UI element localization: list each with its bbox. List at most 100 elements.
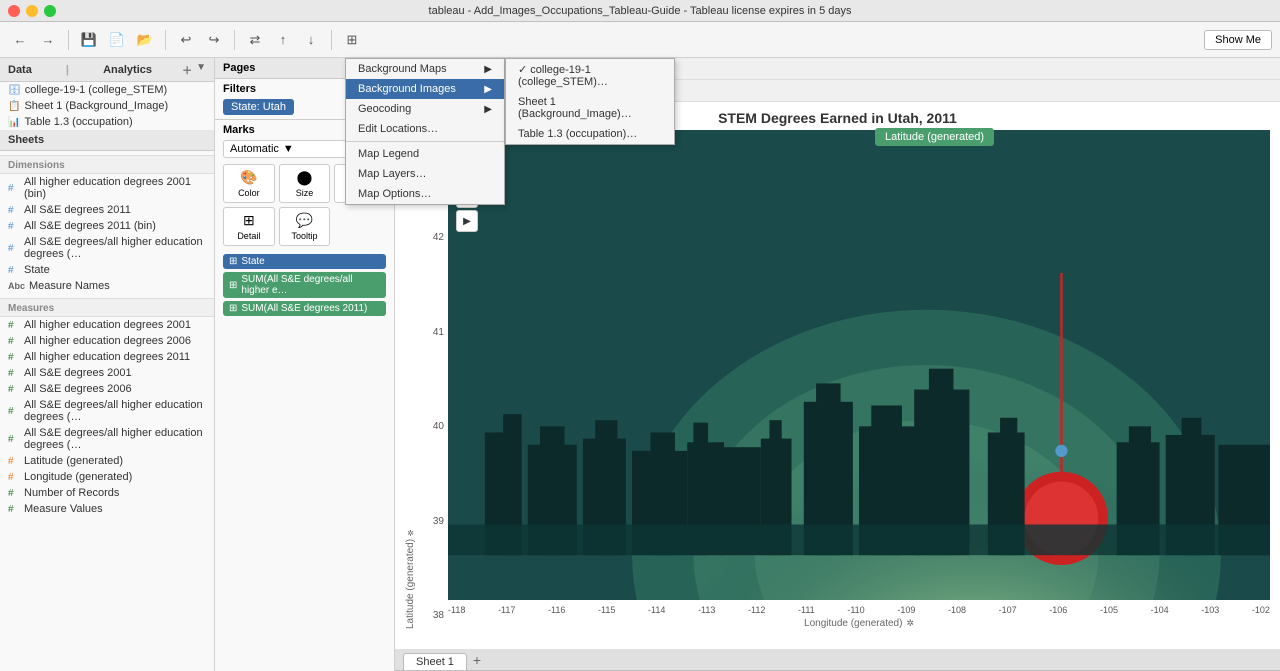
undo-button[interactable]: ↩ bbox=[174, 28, 198, 52]
shelf-icon-2: ⊞ bbox=[229, 303, 237, 314]
measures-header: Measures bbox=[0, 298, 214, 317]
meas-item-6[interactable]: # All S&E degrees/all higher education d… bbox=[0, 425, 214, 453]
menu-item-map-legend[interactable]: Map Legend bbox=[346, 144, 504, 164]
content-area: Columns Longitude (generated) Rows Latit… bbox=[395, 58, 1280, 671]
sheet-icon: 📋 bbox=[8, 101, 20, 112]
datasource-table[interactable]: 📊 Table 1.3 (occupation) bbox=[0, 114, 214, 130]
menu-separator bbox=[346, 141, 504, 142]
datasource-sheet[interactable]: 📋 Sheet 1 (Background_Image) bbox=[0, 98, 214, 114]
chart-plot-area: + − ✥ ▶ bbox=[448, 130, 1270, 629]
analytics-tab[interactable]: Analytics bbox=[103, 64, 152, 76]
new-button[interactable]: 📄 bbox=[105, 28, 129, 52]
manage-icon[interactable]: ▼ bbox=[196, 62, 206, 77]
window-title: tableau - Add_Images_Occupations_Tableau… bbox=[429, 5, 852, 17]
redo-button[interactable]: ↪ bbox=[202, 28, 226, 52]
dim-item-2[interactable]: # All S&E degrees 2011 (bin) bbox=[0, 218, 214, 234]
shelf-sum-se-1[interactable]: ⊞ SUM(All S&E degrees/all higher e… bbox=[223, 272, 386, 298]
left-sidebar: Data | Analytics ＋ ▼ 🗄 college-19-1 (col… bbox=[0, 58, 215, 671]
data-analytics-header: Data | Analytics ＋ ▼ bbox=[0, 58, 214, 82]
new-sheet-button[interactable]: + bbox=[469, 652, 485, 668]
menu-item-geocoding[interactable]: Geocoding ▶ bbox=[346, 99, 504, 119]
arrow-icon: ▶ bbox=[484, 64, 492, 75]
map-dropdown-menu: Background Maps ▶ Background Images ▶ Ge… bbox=[345, 58, 505, 205]
toolbar-separator-3 bbox=[234, 30, 235, 50]
y-axis-generated-icon: ✲ bbox=[406, 528, 415, 537]
size-icon: ⬤ bbox=[297, 169, 313, 186]
chart-area: Latitude (generated) ✲ 43 42 41 40 39 38… bbox=[405, 130, 1270, 629]
window-controls[interactable] bbox=[8, 5, 56, 17]
dimensions-header: Dimensions bbox=[0, 155, 214, 174]
latitude-badge: Latitude (generated) bbox=[875, 128, 994, 146]
meas-num-records[interactable]: # Number of Records bbox=[0, 485, 214, 501]
open-button[interactable]: 📂 bbox=[133, 28, 157, 52]
show-me-button[interactable]: Show Me bbox=[1204, 30, 1272, 50]
menu-item-background-images[interactable]: Background Images ▶ bbox=[346, 79, 504, 99]
menu-item-edit-locations[interactable]: Edit Locations… bbox=[346, 119, 504, 139]
detail-icon: ⊞ bbox=[243, 212, 255, 229]
bg-submenu-item-2[interactable]: Table 1.3 (occupation)… bbox=[506, 124, 674, 144]
maximize-button[interactable] bbox=[44, 5, 56, 17]
minimize-button[interactable] bbox=[26, 5, 38, 17]
toolbar-separator-1 bbox=[68, 30, 69, 50]
meas-latitude[interactable]: # Latitude (generated) bbox=[0, 453, 214, 469]
menu-item-map-options[interactable]: Map Options… bbox=[346, 184, 504, 204]
db-icon: 🗄 bbox=[8, 85, 21, 96]
bg-submenu-item-1[interactable]: Sheet 1 (Background_Image)… bbox=[506, 92, 674, 124]
meas-item-1[interactable]: # All higher education degrees 2006 bbox=[0, 333, 214, 349]
shelf-state[interactable]: ⊞ State bbox=[223, 254, 386, 269]
menu-item-map-layers[interactable]: Map Layers… bbox=[346, 164, 504, 184]
tab-bar: Sheet 1 + bbox=[395, 649, 1280, 671]
sheet1-tab[interactable]: Sheet 1 bbox=[403, 653, 467, 670]
meas-item-4[interactable]: # All S&E degrees 2006 bbox=[0, 381, 214, 397]
forward-button[interactable]: → bbox=[36, 28, 60, 52]
shelf-sum-se-2[interactable]: ⊞ SUM(All S&E degrees 2011) bbox=[223, 301, 386, 316]
shelf-state-icon: ⊞ bbox=[229, 256, 237, 267]
meas-longitude[interactable]: # Longitude (generated) bbox=[0, 469, 214, 485]
sheets-header: Sheets bbox=[0, 130, 214, 151]
fit-button[interactable]: ⊞ bbox=[340, 28, 364, 52]
navigate-button[interactable]: ▶ bbox=[456, 210, 478, 232]
save-button[interactable]: 💾 bbox=[77, 28, 101, 52]
dim-item-0[interactable]: # All higher education degrees 2001 (bin… bbox=[0, 174, 214, 202]
meas-values[interactable]: # Measure Values bbox=[0, 501, 214, 517]
swap-button[interactable]: ⇄ bbox=[243, 28, 267, 52]
dim-item-3[interactable]: # All S&E degrees/all higher education d… bbox=[0, 234, 214, 262]
titlebar: tableau - Add_Images_Occupations_Tableau… bbox=[0, 0, 1280, 22]
size-button[interactable]: ⬤ Size bbox=[279, 164, 331, 203]
shelf-icon-1: ⊞ bbox=[229, 280, 237, 291]
dim-item-1[interactable]: # All S&E degrees 2011 bbox=[0, 202, 214, 218]
marks-type-value: Automatic bbox=[230, 143, 279, 155]
marks-dropdown-arrow: ▼ bbox=[283, 143, 294, 155]
bg-submenu-item-0[interactable]: college-19-1 (college_STEM)… bbox=[506, 59, 674, 92]
x-axis-generated-icon: ✲ bbox=[906, 618, 914, 629]
close-button[interactable] bbox=[8, 5, 20, 17]
sort-asc-button[interactable]: ↑ bbox=[271, 28, 295, 52]
dim-state[interactable]: # State bbox=[0, 262, 214, 278]
geocoding-arrow-icon: ▶ bbox=[484, 104, 492, 115]
main-layout: Data | Analytics ＋ ▼ 🗄 college-19-1 (col… bbox=[0, 58, 1280, 671]
color-button[interactable]: 🎨 Color bbox=[223, 164, 275, 203]
detail-button[interactable]: ⊞ Detail bbox=[223, 207, 275, 246]
x-axis-label: Longitude (generated) ✲ bbox=[448, 618, 1270, 629]
map-visualization[interactable]: + − ✥ ▶ bbox=[448, 130, 1270, 600]
map-svg bbox=[448, 130, 1270, 600]
dim-measure-names[interactable]: Abc Measure Names bbox=[0, 278, 214, 294]
tooltip-icon: 💬 bbox=[296, 212, 313, 229]
background-images-submenu: college-19-1 (college_STEM)… Sheet 1 (Ba… bbox=[505, 58, 675, 145]
tooltip-button[interactable]: 💬 Tooltip bbox=[279, 207, 331, 246]
add-datasource-icon[interactable]: ＋ bbox=[182, 62, 192, 77]
datasource-college[interactable]: 🗄 college-19-1 (college_STEM) bbox=[0, 82, 214, 98]
back-button[interactable]: ← bbox=[8, 28, 32, 52]
meas-item-2[interactable]: # All higher education degrees 2011 bbox=[0, 349, 214, 365]
menu-item-background-maps[interactable]: Background Maps ▶ bbox=[346, 59, 504, 79]
sort-desc-button[interactable]: ↓ bbox=[299, 28, 323, 52]
state-filter-badge[interactable]: State: Utah bbox=[223, 99, 294, 115]
toolbar-separator-2 bbox=[165, 30, 166, 50]
meas-item-0[interactable]: # All higher education degrees 2001 bbox=[0, 317, 214, 333]
meas-item-3[interactable]: # All S&E degrees 2001 bbox=[0, 365, 214, 381]
toolbar-separator-4 bbox=[331, 30, 332, 50]
color-icon: 🎨 bbox=[240, 169, 257, 186]
meas-item-5[interactable]: # All S&E degrees/all higher education d… bbox=[0, 397, 214, 425]
data-tab[interactable]: Data bbox=[8, 64, 32, 76]
active-arrow-icon: ▶ bbox=[484, 84, 492, 95]
